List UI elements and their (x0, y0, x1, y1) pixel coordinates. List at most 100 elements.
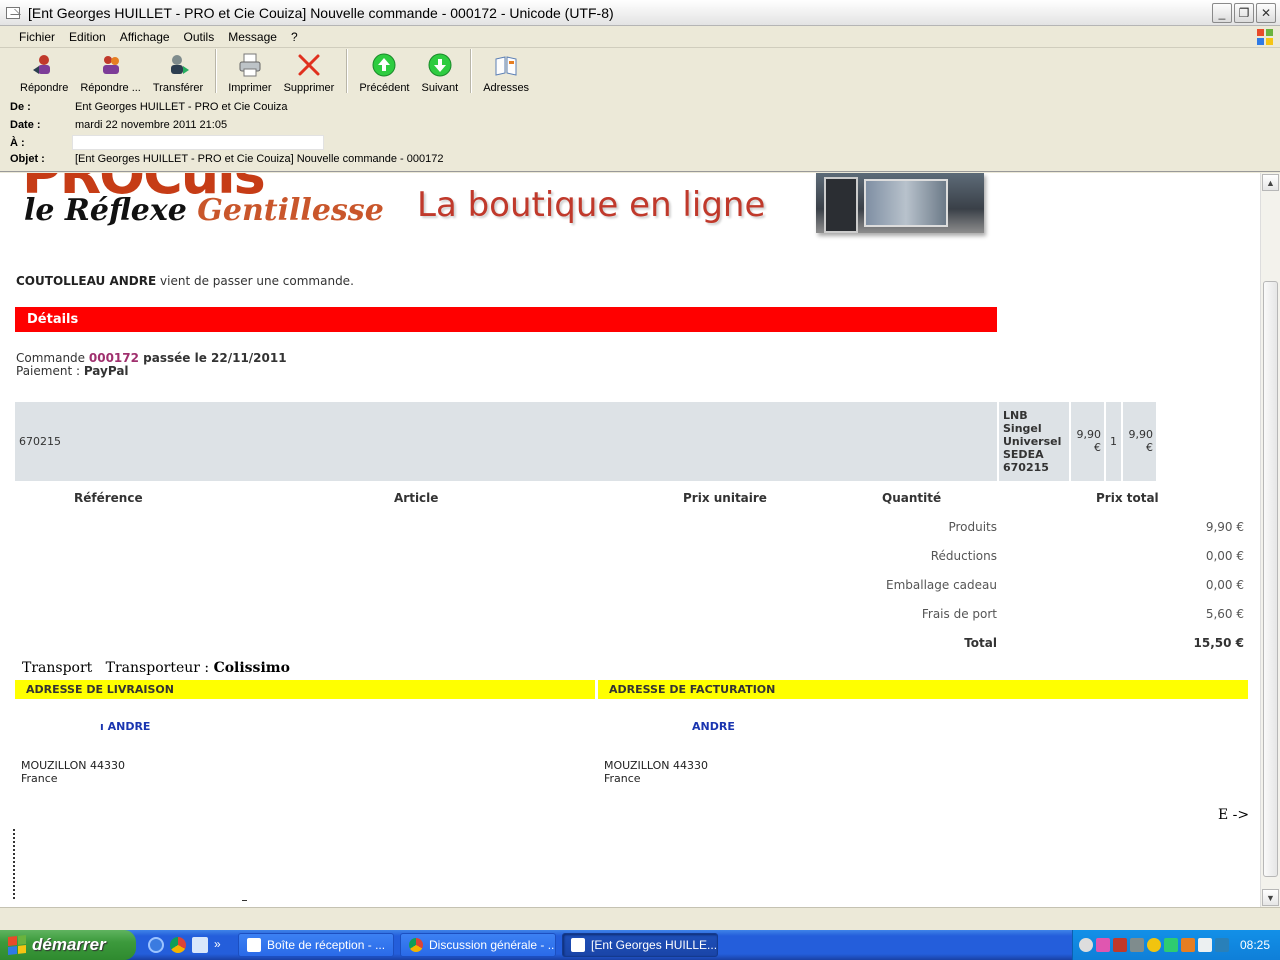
maximize-button[interactable]: ❐ (1234, 3, 1254, 23)
tray-app-icon[interactable] (1096, 938, 1110, 952)
toolbar-separator (346, 49, 348, 93)
delivery-name: ı ANDRE (100, 720, 151, 733)
menu-help[interactable]: ? (284, 30, 305, 44)
clock[interactable]: 08:25 (1240, 938, 1270, 952)
subject-row: Objet : [Ent Georges HUILLET - PRO et Ci… (10, 153, 443, 165)
to-row: À : (10, 135, 324, 150)
summary-label: Produits (948, 520, 997, 534)
toolbar-separator (215, 49, 217, 93)
from-label: De : (10, 101, 31, 113)
next-button[interactable]: Suivant (416, 48, 465, 94)
reply-all-icon (98, 52, 124, 78)
menu-outils[interactable]: Outils (177, 30, 222, 44)
menu-affichage[interactable]: Affichage (113, 30, 177, 44)
column-total: Prix total (1096, 491, 1159, 505)
summary-value: 0,00 € (1205, 549, 1244, 563)
windows-flag-icon (8, 935, 26, 955)
menu-fichier[interactable]: Fichier (12, 30, 62, 44)
toolbar: Répondre Répondre ... Transférer Imprime… (0, 48, 1280, 94)
billing-address: MOUZILLON 44330 France (604, 759, 709, 785)
chevron-right-icon[interactable]: » (214, 937, 224, 953)
forward-icon (165, 52, 191, 78)
menu-edition[interactable]: Edition (62, 30, 113, 44)
date-value: mardi 22 novembre 2011 21:05 (75, 119, 228, 131)
tray-update-icon[interactable] (1164, 938, 1178, 952)
taskbar: démarrer » Boîte de réception - ... Disc… (0, 930, 1280, 960)
menu-message[interactable]: Message (221, 30, 284, 44)
subject-label: Objet : (10, 153, 45, 165)
logo-slogan: le Réflexe Gentillesse (24, 193, 384, 228)
window-controls: _ ❐ ✕ (1212, 3, 1276, 23)
tray-mail-icon[interactable] (1198, 938, 1212, 952)
message-body: PROCuis le Réflexe Gentillesse La boutiq… (0, 173, 1260, 907)
tray-display-icon[interactable] (1130, 938, 1144, 952)
total-label: Total (964, 636, 997, 650)
message-header: De : Ent Georges HUILLET - PRO et Cie Co… (0, 94, 1280, 172)
chrome-icon (409, 938, 423, 952)
ie-icon[interactable] (148, 937, 164, 953)
chrome-icon[interactable] (170, 937, 186, 953)
delete-x-icon (296, 52, 322, 78)
from-value[interactable]: Ent Georges HUILLET - PRO et Cie Couiza (75, 101, 288, 113)
vertical-scrollbar[interactable]: ▲ ▼ (1260, 173, 1280, 907)
start-button[interactable]: démarrer (0, 930, 136, 960)
tray-arrow-icon[interactable] (1079, 938, 1093, 952)
scroll-down-arrow-icon[interactable]: ▼ (1262, 889, 1279, 906)
system-tray: 08:25 (1072, 930, 1280, 960)
divider (242, 900, 247, 901)
task-discussion[interactable]: Discussion générale - ... (400, 933, 556, 957)
summary-label: Réductions (930, 549, 997, 563)
tray-security-icon[interactable] (1147, 938, 1161, 952)
item-reference: 670215 (19, 435, 61, 448)
menu-bar: Fichier Edition Affichage Outils Message… (0, 26, 1280, 48)
column-reference: Référence (74, 491, 143, 505)
date-label: Date : (10, 119, 41, 131)
total-value: 15,50 € (1193, 636, 1244, 650)
subject-value: [Ent Georges HUILLET - PRO et Cie Couiza… (75, 153, 444, 165)
mail-icon (247, 938, 261, 952)
clipped-footer-text (13, 829, 19, 899)
tray-volume-icon[interactable] (1181, 938, 1195, 952)
previous-button[interactable]: Précédent (353, 48, 415, 94)
minimize-button[interactable]: _ (1212, 3, 1232, 23)
title-bar: [Ent Georges HUILLET - PRO et Cie Couiza… (0, 0, 1280, 26)
from-row: De : Ent Georges HUILLET - PRO et Cie Co… (10, 101, 288, 113)
intro-line: COUTOLLEAU ANDRE vient de passer une com… (16, 274, 354, 288)
item-article: LNB Singel Universel SEDEA 670215 (999, 402, 1069, 481)
to-label: À : (10, 136, 25, 149)
reply-icon (31, 52, 57, 78)
item-unit-price: 9,90 € (1071, 402, 1104, 481)
scroll-up-arrow-icon[interactable]: ▲ (1262, 174, 1279, 191)
forward-button[interactable]: Transférer (147, 48, 209, 94)
transport-line: Transport Transporteur : Colissimo (22, 660, 290, 676)
item-total: 9,90 € (1123, 402, 1156, 481)
delivery-address-header: ADRESSE DE LIVRAISON (15, 680, 595, 699)
column-quantity: Quantité (882, 491, 942, 505)
close-button[interactable]: ✕ (1256, 3, 1276, 23)
printer-icon (237, 52, 263, 78)
reply-all-button[interactable]: Répondre ... (74, 48, 147, 94)
footer-fragment: E -> (1218, 807, 1250, 823)
toolbar-separator (470, 49, 472, 93)
reply-button[interactable]: Répondre (14, 48, 74, 94)
status-bar (0, 907, 1280, 930)
tray-monitor-icon[interactable] (1215, 938, 1229, 952)
task-current-message[interactable]: [Ent Georges HUILLE... (562, 933, 718, 957)
delete-button[interactable]: Supprimer (278, 48, 341, 94)
summary-value: 0,00 € (1205, 578, 1244, 592)
item-quantity: 1 (1106, 402, 1121, 481)
addresses-button[interactable]: Adresses (477, 48, 535, 94)
print-button[interactable]: Imprimer (222, 48, 277, 94)
tray-network-icon[interactable] (1113, 938, 1127, 952)
envelope-icon (6, 6, 20, 19)
order-number: 000172 (88, 351, 139, 365)
to-value[interactable] (72, 135, 324, 150)
delivery-address: MOUZILLON 44330 France (21, 759, 126, 785)
summary-value: 9,90 € (1205, 520, 1244, 534)
payment-method: PayPal (83, 364, 129, 378)
store-photo (816, 173, 984, 233)
scroll-thumb[interactable] (1263, 281, 1278, 877)
outlook-express-icon[interactable] (192, 937, 208, 953)
address-book-icon (493, 52, 519, 78)
task-inbox[interactable]: Boîte de réception - ... (238, 933, 394, 957)
